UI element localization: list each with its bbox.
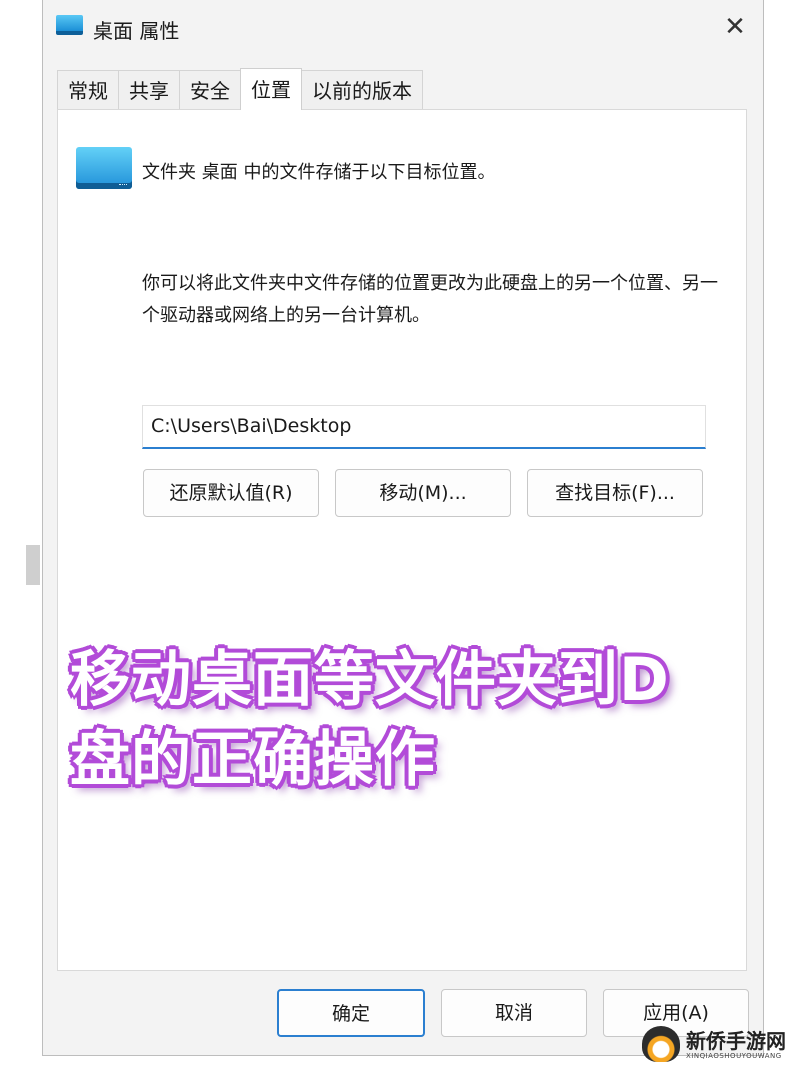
properties-dialog: 桌面 属性 ✕ 常规 共享 安全 位置 以前的版本 文件夹 桌面 中的文件存储于… <box>42 0 764 1056</box>
window-title: 桌面 属性 <box>93 19 180 43</box>
tab-previous-versions[interactable]: 以前的版本 <box>301 70 423 110</box>
watermark-subtitle: XINQIAOSHOUYOUWANG <box>686 1052 782 1060</box>
caption-line-2: 盘的正确操作 <box>70 725 436 795</box>
tab-location[interactable]: 位置 <box>240 68 302 110</box>
desktop-folder-icon <box>56 15 83 35</box>
site-watermark: 新侨手游网 XINQIAOSHOUYOUWANG <box>642 1022 792 1066</box>
background-strip <box>0 0 42 1067</box>
folder-icon <box>76 147 132 189</box>
find-target-button[interactable]: 查找目标(F)... <box>527 469 703 517</box>
tab-security[interactable]: 安全 <box>179 70 241 110</box>
location-intro: 文件夹 桌面 中的文件存储于以下目标位置。 <box>142 162 496 183</box>
tab-sharing[interactable]: 共享 <box>118 70 180 110</box>
caption-line-1: 移动桌面等文件夹到D <box>70 645 670 715</box>
location-panel: 文件夹 桌面 中的文件存储于以下目标位置。 你可以将此文件夹中文件存储的位置更改… <box>57 109 747 971</box>
house-logo-icon <box>642 1026 680 1062</box>
close-button[interactable]: ✕ <box>715 10 755 44</box>
restore-default-button[interactable]: 还原默认值(R) <box>143 469 319 517</box>
path-input[interactable]: C:\Users\Bai\Desktop <box>142 405 706 449</box>
tab-general[interactable]: 常规 <box>57 70 119 110</box>
title-bar[interactable]: 桌面 属性 ✕ <box>43 0 763 56</box>
watermark-name: 新侨手游网 <box>686 1029 786 1053</box>
location-description: 你可以将此文件夹中文件存储的位置更改为此硬盘上的另一个位置、另一个驱动器或网络上… <box>142 273 718 326</box>
tab-strip: 常规 共享 安全 位置 以前的版本 <box>57 68 423 110</box>
move-button[interactable]: 移动(M)... <box>335 469 511 517</box>
scroll-mark <box>26 545 40 585</box>
ok-button[interactable]: 确定 <box>277 989 425 1037</box>
cancel-button[interactable]: 取消 <box>441 989 587 1037</box>
caption-overlay: 移动桌面等文件夹到D 盘的正确操作 <box>70 640 670 800</box>
